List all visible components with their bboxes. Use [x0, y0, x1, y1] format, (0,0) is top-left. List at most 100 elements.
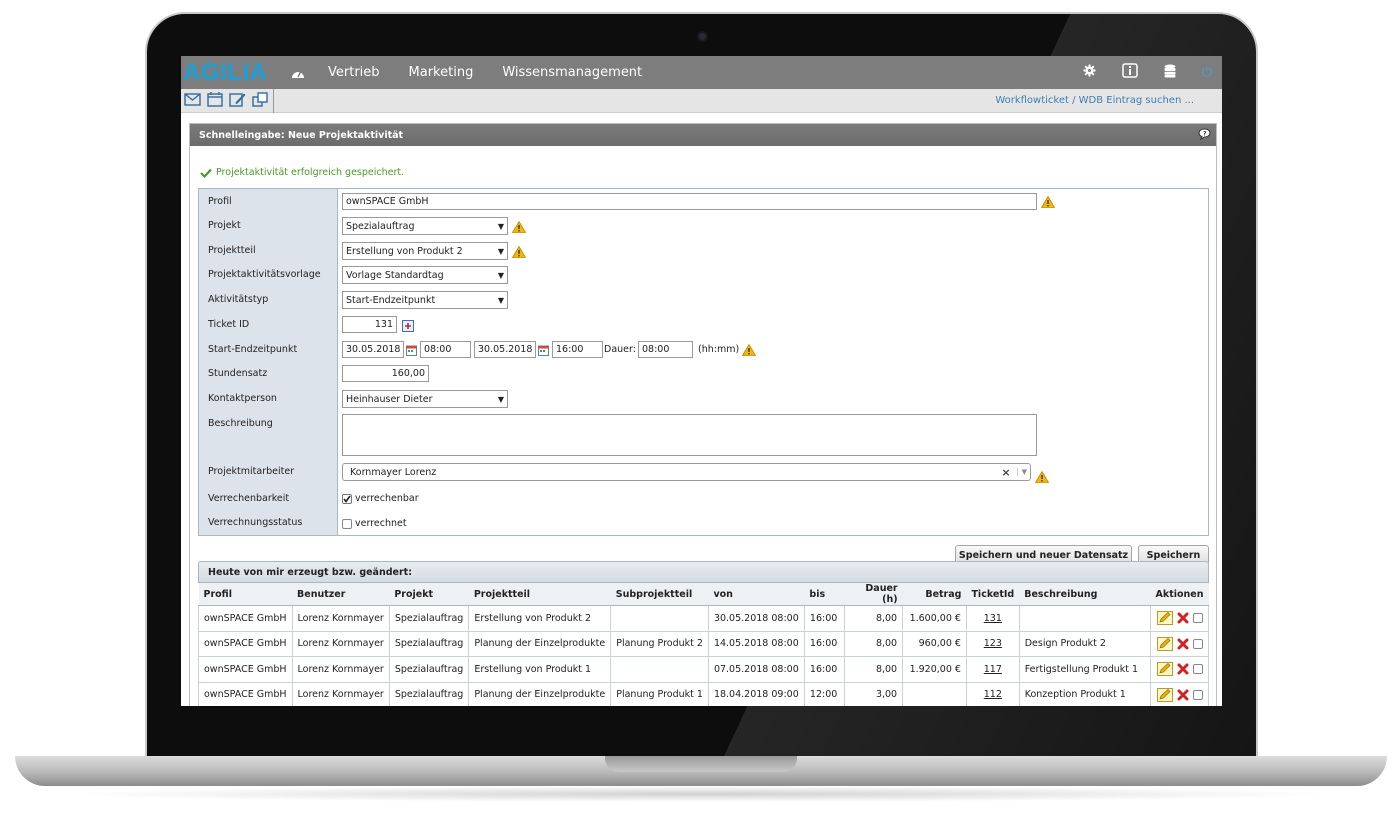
laptop-shadow: [60, 786, 1340, 802]
ticket-link[interactable]: 117: [965, 656, 1020, 683]
stundensatz-value: 160,00: [391, 368, 425, 379]
start-date-input[interactable]: 30.05.2018: [342, 341, 404, 358]
projektteil-select[interactable]: Erstellung von Produkt 2 ▼: [342, 242, 508, 260]
table-cell: [610, 605, 709, 632]
clear-icon[interactable]: ×: [1001, 466, 1010, 479]
typ-select[interactable]: Start-Endzeitpunkt ▼: [342, 291, 508, 309]
mitarbeiter-select[interactable]: Kornmayer Lorenz × ▼: [342, 463, 1031, 481]
table-cell: Lorenz Kornmayer: [291, 605, 390, 632]
dauer-value: 08:00: [642, 344, 670, 355]
database-icon[interactable]: [1164, 64, 1176, 82]
table-cell: Planung der Einzelprodukte: [468, 630, 612, 657]
warning-icon: [742, 344, 756, 356]
camera: [697, 31, 708, 42]
svg-text:?: ?: [1203, 131, 1207, 138]
delete-icon[interactable]: [1177, 612, 1189, 624]
table-cell: Spezialauftrag: [388, 605, 470, 632]
help-bubble-icon[interactable]: ?: [1198, 128, 1211, 143]
recent-entries-title: Heute von mir erzeugt bzw. geändert:: [208, 566, 412, 578]
row-actions: [1150, 656, 1209, 683]
dashboard-icon[interactable]: [290, 65, 306, 81]
label-zeit: Start-Endzeitpunkt: [208, 344, 298, 355]
projekt-select[interactable]: Spezialauftrag ▼: [342, 217, 508, 235]
table-cell: [1018, 605, 1152, 632]
start-time-input[interactable]: 08:00: [420, 341, 471, 358]
label-profil: Profil: [208, 196, 232, 207]
start-time-value: 08:00: [424, 344, 452, 355]
verrechenbar-label: verrechenbar: [355, 493, 419, 504]
table-cell: 18.04.2018 09:00: [707, 681, 805, 706]
delete-icon[interactable]: [1177, 689, 1189, 701]
table-cell: ownSPACE GmbH: [198, 605, 293, 632]
kontakt-select[interactable]: Heinhauser Dieter ▼: [342, 390, 508, 408]
col-bis: bis: [804, 583, 845, 606]
edit-pencil-icon[interactable]: [1156, 662, 1173, 677]
gear-icon[interactable]: [1083, 64, 1096, 81]
col-ticketid: TicketId: [966, 583, 1020, 606]
mail-icon[interactable]: [184, 92, 201, 109]
checkmark-icon: [200, 168, 212, 178]
success-text: Projektaktivität erfolgreich gespeichert…: [216, 167, 405, 178]
edit-pencil-icon[interactable]: [1156, 636, 1173, 651]
table-cell: Lorenz Kornmayer: [291, 681, 390, 706]
table-cell: Planung Produkt 2: [610, 630, 709, 657]
quick-entry-panel: Schnelleingabe: Neue Projektaktivität ? …: [189, 123, 1217, 706]
edit-note-icon[interactable]: [229, 92, 246, 110]
table-cell: Spezialauftrag: [388, 681, 470, 706]
ticket-lookup-icon[interactable]: [402, 320, 414, 332]
profil-input[interactable]: ownSPACE GmbH: [342, 193, 1037, 210]
calendar-picker-icon[interactable]: [406, 345, 417, 356]
table-cell: Lorenz Kornmayer: [291, 656, 390, 683]
row-select-checkbox[interactable]: [1192, 638, 1203, 649]
table-cell: [610, 656, 709, 683]
stundensatz-input[interactable]: 160,00: [342, 365, 429, 382]
nav-vertrieb[interactable]: Vertrieb: [328, 65, 380, 80]
delete-icon[interactable]: [1177, 663, 1189, 675]
row-select-checkbox[interactable]: [1192, 613, 1203, 624]
label-beschreibung: Beschreibung: [208, 418, 273, 429]
calendar-icon[interactable]: [207, 91, 223, 110]
table-cell: 16:00: [803, 605, 845, 632]
beschreibung-textarea[interactable]: [342, 414, 1037, 456]
end-time-value: 16:00: [556, 344, 584, 355]
verrechnet-checkbox[interactable]: [342, 518, 352, 529]
ticket-input[interactable]: 131: [342, 316, 397, 333]
copy-icon[interactable]: [252, 91, 269, 110]
ticket-link[interactable]: 123: [965, 630, 1020, 657]
table-cell: Design Produkt 2: [1018, 630, 1152, 657]
end-time-input[interactable]: 16:00: [552, 341, 603, 358]
row-select-checkbox[interactable]: [1192, 689, 1203, 700]
col-projekt: Projekt: [389, 583, 469, 606]
nav-marketing[interactable]: Marketing: [409, 65, 474, 80]
warning-icon: [1035, 471, 1049, 483]
ticket-link[interactable]: 131: [965, 605, 1020, 632]
table-cell: 8,00: [843, 605, 904, 632]
delete-icon[interactable]: [1177, 638, 1189, 650]
vorlage-select[interactable]: Vorlage Standardtag ▼: [342, 266, 508, 284]
app-screen: AGILIA Vertrieb Marketing Wissensmanagem…: [181, 56, 1222, 706]
calendar-picker-icon[interactable]: [538, 345, 549, 356]
success-message: Projektaktivität erfolgreich gespeichert…: [200, 167, 404, 178]
table-cell: 16:00: [803, 656, 845, 683]
verrechenbar-checkbox-row: verrechenbar: [342, 493, 419, 504]
info-icon[interactable]: [1121, 63, 1138, 82]
verrechenbar-checkbox[interactable]: [342, 493, 352, 504]
row-select-checkbox[interactable]: [1192, 664, 1203, 675]
edit-pencil-icon[interactable]: [1156, 687, 1173, 702]
power-icon[interactable]: ⏻: [1202, 65, 1212, 80]
activity-form: Profil Projekt Projektteil Projektaktivi…: [198, 188, 1209, 536]
label-ticket: Ticket ID: [208, 319, 250, 330]
label-projektteil: Projektteil: [208, 245, 256, 256]
agilia-logo[interactable]: AGILIA: [183, 59, 278, 87]
row-actions: [1150, 630, 1209, 657]
workflow-search-link[interactable]: Workflowticket / WDB Eintrag suchen ...: [995, 95, 1194, 106]
nav-wissensmanagement[interactable]: Wissensmanagement: [502, 65, 642, 80]
edit-pencil-icon[interactable]: [1156, 611, 1173, 626]
row-actions: [1150, 681, 1209, 706]
ticket-link[interactable]: 112: [965, 681, 1020, 706]
dauer-input[interactable]: 08:00: [638, 341, 693, 358]
table-cell: 1.920,00 €: [902, 656, 967, 683]
warning-icon: [512, 221, 526, 233]
end-date-input[interactable]: 30.05.2018: [474, 341, 536, 358]
dropdown-arrow-icon[interactable]: ▼: [1016, 468, 1027, 476]
